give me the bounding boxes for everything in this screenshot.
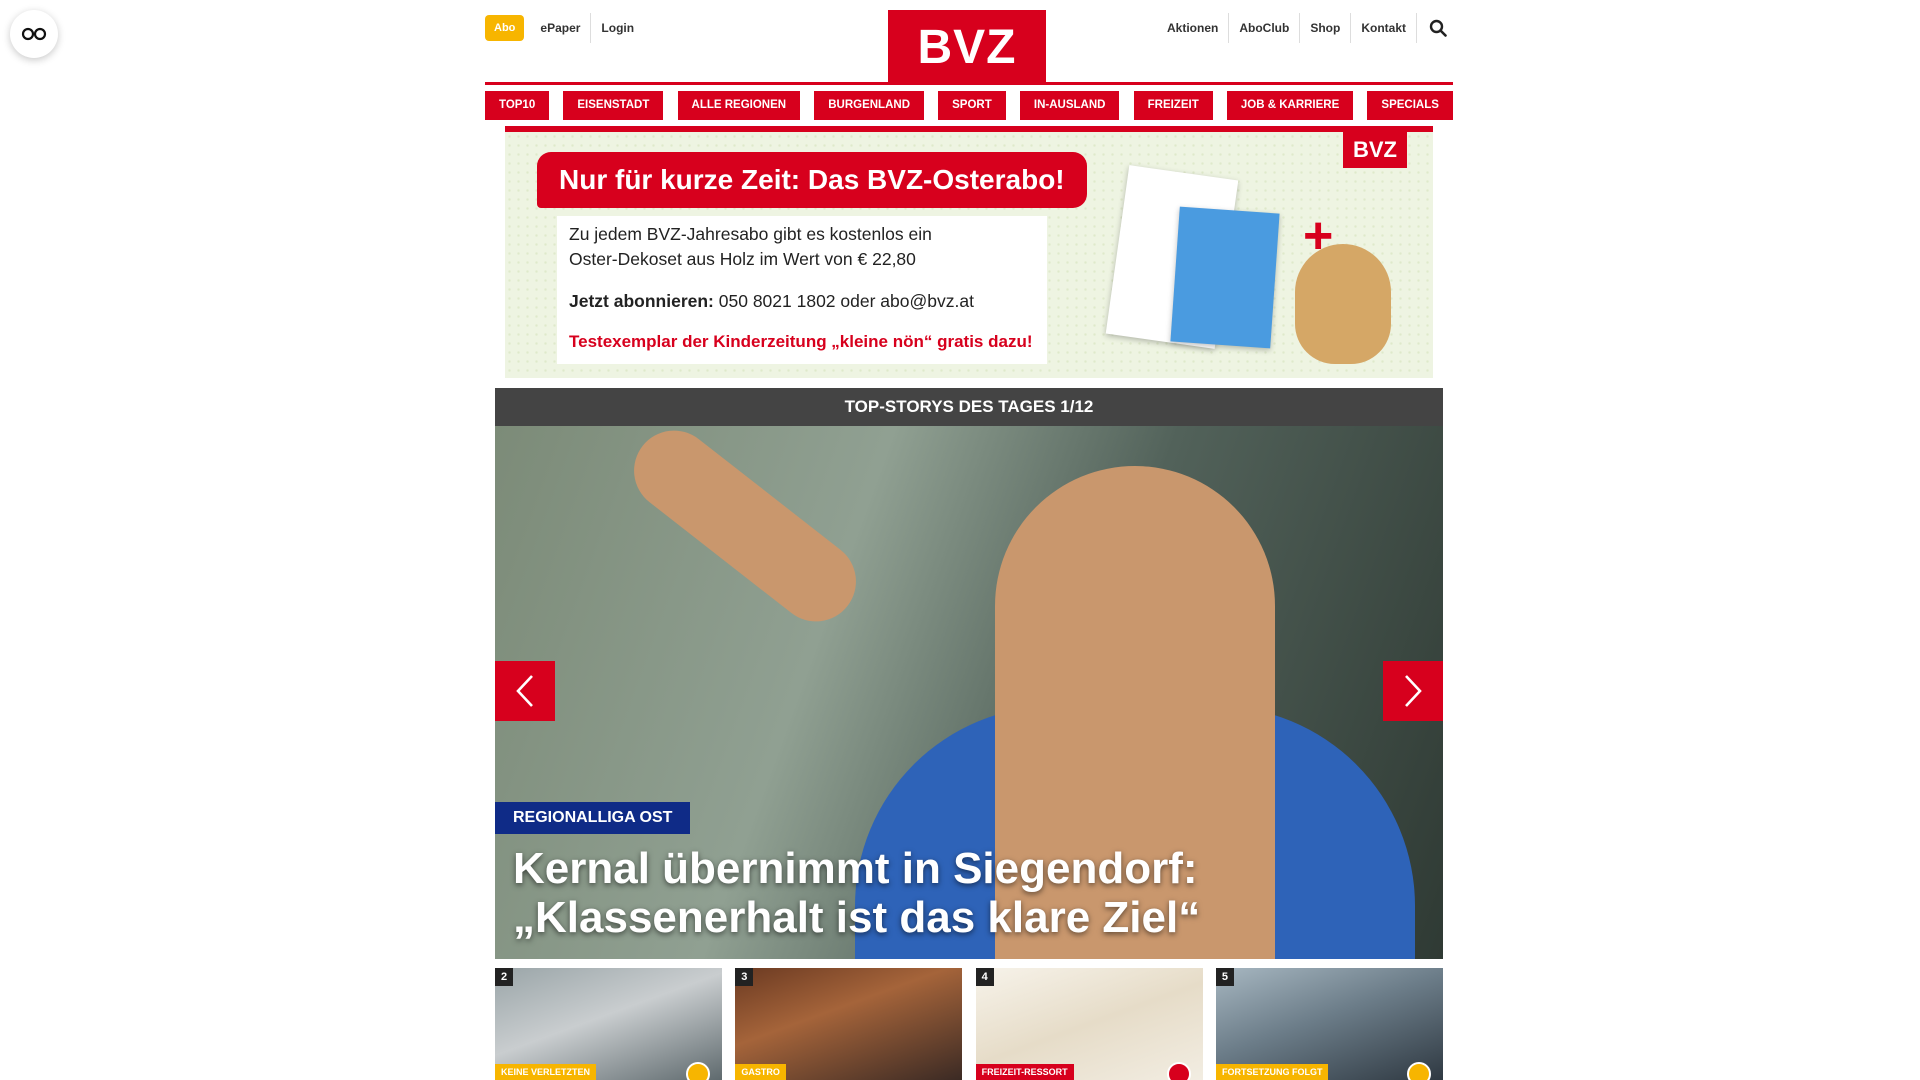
top-stories-carousel: TOP-STORYS DES TAGES 1/12 REGIONALLIGA O…	[495, 388, 1443, 959]
teaser-tag: GASTRO	[735, 1064, 786, 1080]
header-left-links: Abo ePaper Login	[485, 13, 644, 43]
glasses-icon	[21, 27, 47, 41]
carousel-next-button[interactable]	[1383, 661, 1443, 721]
story-headline-line-1: Kernal übernimmt in Siegendorf:	[513, 844, 1198, 893]
ad-bvz-logo: BVZ	[1343, 132, 1407, 168]
search-button[interactable]	[1423, 13, 1453, 43]
nav-item-job-karriere[interactable]: JOB & KARRIERE	[1226, 91, 1354, 120]
aboclub-link[interactable]: AboClub	[1229, 13, 1299, 43]
teaser-tag: FORTSETZUNG FOLGT	[1215, 1064, 1329, 1080]
accessibility-toggle-button[interactable]	[10, 10, 58, 58]
teaser-tag: FREIZEIT-RESSORT	[975, 1064, 1074, 1080]
carousel-title: TOP-STORYS DES TAGES 1/12	[495, 388, 1443, 426]
ad-text-box: Zu jedem BVZ-Jahresabo gibt es kostenlos…	[557, 216, 1047, 364]
story-kicker[interactable]: REGIONALLIGA OST	[495, 802, 691, 834]
epaper-link[interactable]: ePaper	[530, 13, 590, 43]
easter-bunny-image	[1295, 244, 1391, 364]
plus-badge-icon	[686, 1062, 710, 1080]
carousel-prev-button[interactable]	[495, 661, 555, 721]
kontakt-link[interactable]: Kontakt	[1351, 13, 1416, 43]
ad-cta-label: Jetzt abonnieren:	[569, 291, 714, 311]
teaser-card[interactable]: 3 GASTRO	[735, 968, 963, 1080]
shop-link[interactable]: Shop	[1300, 13, 1350, 43]
ad-cta-line: Jetzt abonnieren: 050 8021 1802 oder abo…	[569, 291, 974, 312]
teaser-number: 3	[735, 968, 754, 986]
teaser-number: 5	[1215, 968, 1234, 986]
plus-badge-icon	[1406, 1062, 1431, 1080]
ad-promo-text: Testexemplar der Kinderzeitung „kleine n…	[569, 332, 1033, 351]
nav-item-specials[interactable]: SPECIALS	[1367, 91, 1453, 120]
teaser-row: 2 KEINE VERLETZTEN 3 GASTRO 4 FREIZEIT-R…	[495, 968, 1443, 1080]
ad-headline: Nur für kurze Zeit: Das BVZ-Osterabo!	[537, 152, 1087, 208]
story-headline-line-2: „Klassenerhalt ist das klare Ziel“	[513, 893, 1201, 942]
divider	[1416, 13, 1417, 43]
nav-item-alle-regionen[interactable]: ALLE REGIONEN	[677, 91, 801, 120]
teaser-card[interactable]: 4 FREIZEIT-RESSORT	[975, 968, 1203, 1080]
aktionen-link[interactable]: Aktionen	[1157, 13, 1228, 43]
teaser-card[interactable]: 2 KEINE VERLETZTEN	[495, 968, 722, 1080]
nav-item-top10[interactable]: TOP10	[485, 91, 550, 120]
nav-item-sport[interactable]: SPORT	[938, 91, 1006, 120]
main-navigation: TOP10 EISENSTADT ALLE REGIONEN BURGENLAN…	[485, 91, 1453, 120]
nav-item-eisenstadt[interactable]: EISENSTADT	[563, 91, 664, 120]
ad-text-line-2: Oster-Dekoset aus Holz im Wert von € 22,…	[569, 249, 916, 269]
osterabo-ad-banner[interactable]: Nur für kurze Zeit: Das BVZ-Osterabo! Zu…	[505, 126, 1433, 378]
story-headline[interactable]: Kernal übernimmt in Siegendorf: „Klassen…	[513, 844, 1200, 942]
site-header: Abo ePaper Login BVZ Aktionen AboClub Sh…	[485, 0, 1453, 85]
plus-badge-icon	[1166, 1062, 1191, 1080]
login-link[interactable]: Login	[591, 13, 644, 43]
ad-cta-contact: 050 8021 1802 oder abo@bvz.at	[713, 291, 974, 311]
chevron-right-icon	[1405, 675, 1422, 707]
search-icon	[1429, 19, 1447, 37]
nav-item-freizeit[interactable]: FREIZEIT	[1133, 91, 1213, 120]
teaser-tag: KEINE VERLETZTEN	[495, 1064, 597, 1080]
header-divider-line	[485, 82, 1453, 85]
kids-magazine-image	[1170, 206, 1280, 349]
hero-story-image[interactable]: REGIONALLIGA OST Kernal übernimmt in Sie…	[495, 426, 1443, 959]
nav-item-in-ausland[interactable]: IN-AUSLAND	[1019, 91, 1120, 120]
bvz-logo[interactable]: BVZ	[888, 10, 1046, 84]
hero-photo-arm	[617, 426, 873, 638]
chevron-left-icon	[516, 675, 533, 707]
teaser-number: 4	[975, 968, 994, 986]
abo-button[interactable]: Abo	[485, 15, 525, 41]
header-right-links: Aktionen AboClub Shop Kontakt	[1157, 12, 1453, 44]
ad-text-line-1: Zu jedem BVZ-Jahresabo gibt es kostenlos…	[569, 224, 932, 244]
teaser-card[interactable]: 5 FORTSETZUNG FOLGT	[1215, 968, 1443, 1080]
nav-item-burgenland[interactable]: BURGENLAND	[814, 91, 924, 120]
page-wrapper: Abo ePaper Login BVZ Aktionen AboClub Sh…	[485, 0, 1453, 1080]
teaser-number: 2	[495, 968, 513, 986]
